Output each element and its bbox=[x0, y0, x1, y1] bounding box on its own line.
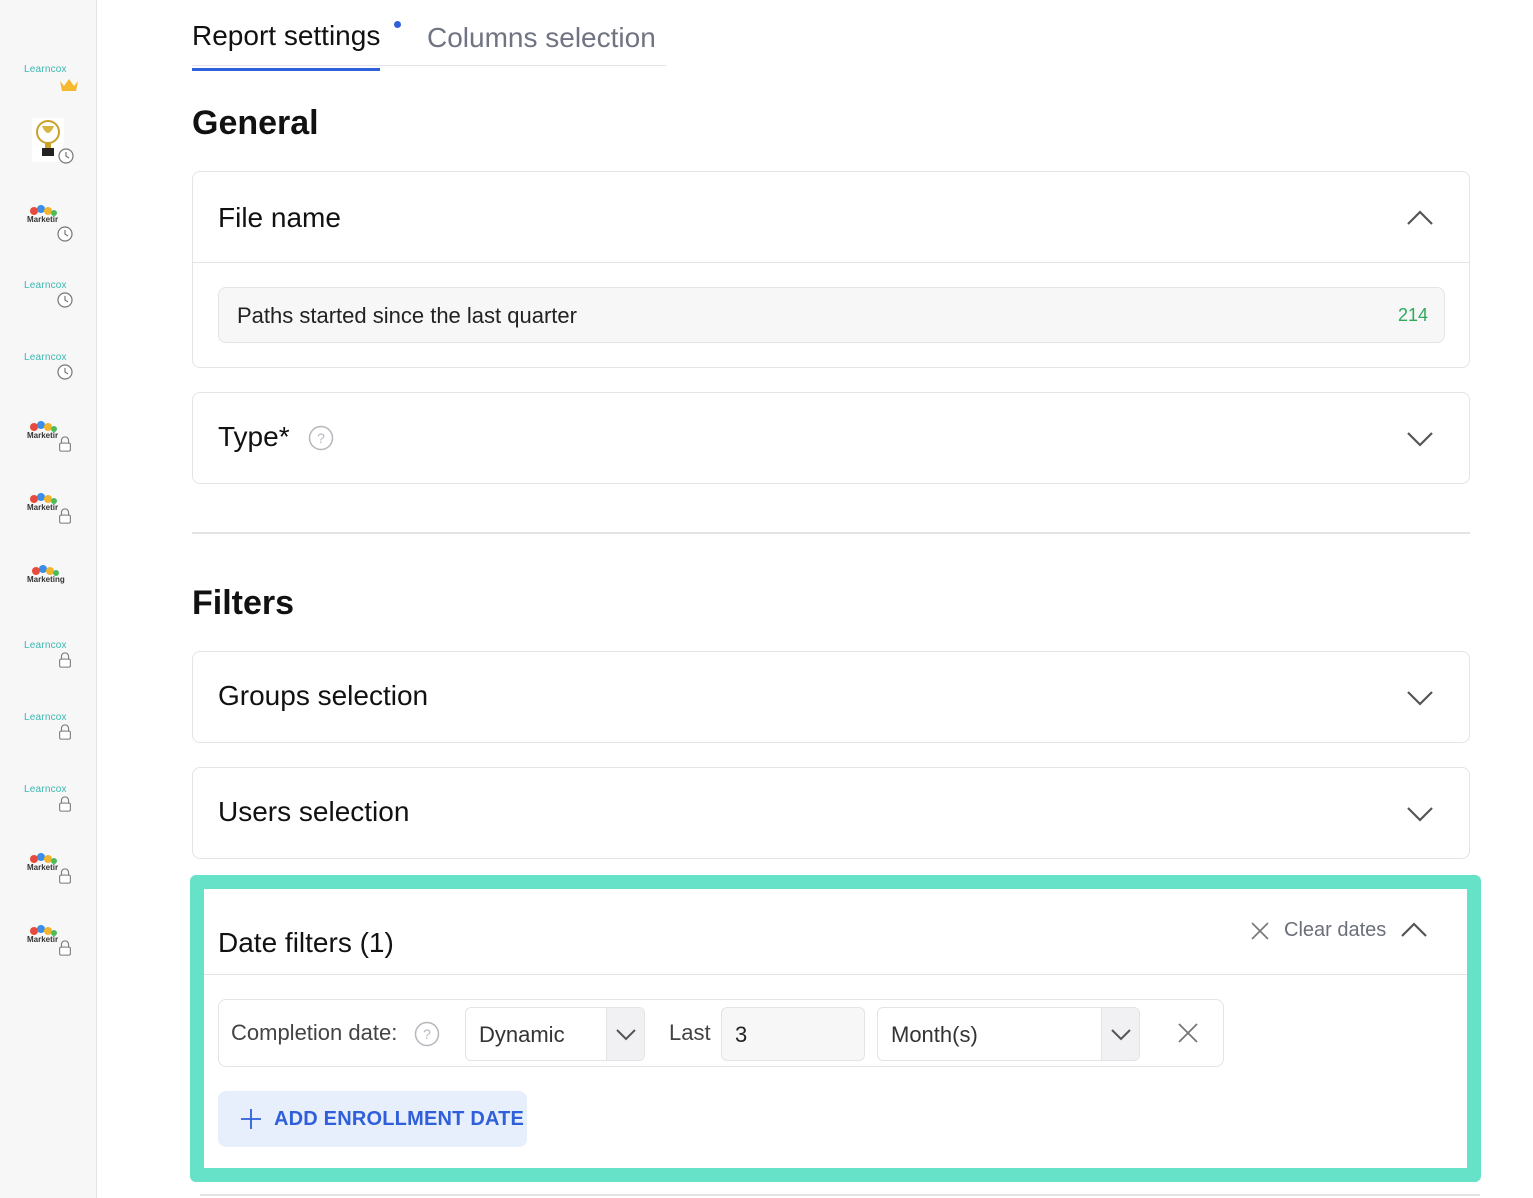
svg-text:Marketing: Marketing bbox=[27, 575, 65, 584]
svg-text:?: ? bbox=[317, 430, 325, 446]
groups-selection-card[interactable]: Groups selection bbox=[192, 651, 1470, 743]
learncox-logo: Learncox bbox=[24, 64, 67, 75]
svg-text:Marketir: Marketir bbox=[27, 431, 58, 440]
close-icon bbox=[1251, 922, 1269, 940]
tab-report-settings[interactable]: Report settings bbox=[192, 20, 381, 71]
sidebar-item-10[interactable]: Learncox bbox=[20, 706, 80, 756]
svg-text:Marketir: Marketir bbox=[27, 215, 58, 224]
add-enrollment-date-button[interactable]: ADD ENROLLMENT DATE bbox=[218, 1091, 527, 1147]
date-filters-card: Date filters (1) Clear dates Completion … bbox=[190, 875, 1481, 1182]
file-name-value: Paths started since the last quarter bbox=[237, 303, 577, 328]
learncox-logo: Learncox bbox=[24, 784, 67, 795]
remaining-chars-counter: 214 bbox=[1397, 305, 1428, 325]
clock-icon bbox=[57, 364, 73, 380]
period-unit-value: Month(s) bbox=[891, 1022, 978, 1047]
clear-dates-label: Clear dates bbox=[1284, 919, 1387, 941]
card-divider bbox=[193, 262, 1469, 263]
type-card[interactable]: Type* ? bbox=[192, 392, 1470, 484]
chevron-down-icon[interactable] bbox=[1405, 683, 1435, 713]
tab-bar: Report settings Columns selection bbox=[192, 14, 666, 71]
tab-columns-selection[interactable]: Columns selection bbox=[427, 22, 656, 54]
marketing-logo: Marketir bbox=[27, 925, 58, 944]
lock-icon bbox=[59, 724, 71, 740]
lock-icon bbox=[59, 868, 71, 884]
period-amount-input[interactable]: 3 bbox=[721, 1007, 865, 1061]
dropdown-toggle[interactable] bbox=[606, 1008, 644, 1060]
sidebar-item-1[interactable]: Learncox bbox=[20, 58, 80, 108]
section-divider bbox=[192, 532, 1470, 534]
groups-selection-title: Groups selection bbox=[218, 680, 429, 711]
sidebar-item-6[interactable]: Marketir bbox=[20, 420, 80, 470]
sidebar-item-13[interactable]: Marketir bbox=[20, 924, 80, 974]
chevron-down-icon bbox=[1111, 1029, 1131, 1041]
next-card-edge bbox=[200, 1194, 1480, 1196]
lock-icon bbox=[59, 508, 71, 524]
learncox-logo: Learncox bbox=[24, 352, 67, 363]
help-icon[interactable]: ? bbox=[308, 425, 334, 451]
crown-icon bbox=[60, 79, 78, 91]
chevron-up-icon[interactable] bbox=[1405, 203, 1435, 233]
date-mode-select[interactable]: Dynamic bbox=[465, 1007, 645, 1061]
sidebar-item-12[interactable]: Marketir bbox=[20, 852, 80, 902]
chevron-down-icon bbox=[616, 1029, 636, 1041]
chevron-up-icon[interactable] bbox=[1399, 915, 1429, 945]
date-filters-title: Date filters (1) bbox=[218, 927, 394, 958]
add-enrollment-date-label: ADD ENROLLMENT DATE bbox=[274, 1108, 525, 1130]
help-icon[interactable]: ? bbox=[414, 1021, 440, 1047]
completion-date-filter-row: Completion date: ? Dynamic Last 3 Month(… bbox=[218, 999, 1224, 1067]
general-section-title: General bbox=[192, 104, 319, 142]
file-name-input[interactable]: Paths started since the last quarter 214 bbox=[218, 287, 1445, 343]
plus-icon bbox=[241, 1109, 261, 1129]
clock-icon bbox=[57, 292, 73, 308]
date-mode-value: Dynamic bbox=[479, 1022, 565, 1047]
users-selection-title: Users selection bbox=[218, 796, 410, 827]
svg-text:?: ? bbox=[423, 1026, 431, 1042]
lock-icon bbox=[59, 796, 71, 812]
remove-filter-icon[interactable] bbox=[1176, 1021, 1200, 1045]
filters-section-title: Filters bbox=[192, 584, 295, 622]
svg-text:Marketir: Marketir bbox=[27, 935, 58, 944]
users-selection-card[interactable]: Users selection bbox=[192, 767, 1470, 859]
file-name-card: File name Paths started since the last q… bbox=[192, 171, 1470, 368]
marketing-logo: Marketir bbox=[27, 421, 58, 440]
clock-icon bbox=[57, 226, 73, 242]
marketing-logo: Marketing bbox=[27, 565, 65, 584]
lock-icon bbox=[59, 436, 71, 452]
learncox-logo: Learncox bbox=[24, 280, 67, 291]
sidebar-item-5[interactable]: Learncox bbox=[20, 346, 80, 396]
sidebar-item-9[interactable]: Learncox bbox=[20, 634, 80, 684]
sidebar-item-3[interactable]: Marketir bbox=[20, 204, 80, 254]
chevron-down-icon[interactable] bbox=[1405, 799, 1435, 829]
marketing-logo: Marketir bbox=[27, 205, 58, 224]
learncox-logo: Learncox bbox=[24, 712, 67, 723]
file-name-title: File name bbox=[218, 202, 341, 233]
clock-icon bbox=[58, 148, 74, 164]
last-label: Last bbox=[669, 1020, 711, 1045]
unsaved-indicator-dot bbox=[394, 21, 401, 28]
sidebar: Learncox Marketir Learncox Learncox Mark… bbox=[0, 0, 97, 1198]
sidebar-item-8[interactable]: Marketing bbox=[20, 564, 80, 614]
card-divider bbox=[204, 974, 1467, 975]
sidebar-item-11[interactable]: Learncox bbox=[20, 778, 80, 828]
completion-date-label: Completion date: bbox=[231, 1020, 398, 1045]
lock-icon bbox=[59, 652, 71, 668]
marketing-logo: Marketir bbox=[27, 853, 58, 872]
lock-icon bbox=[59, 940, 71, 956]
period-unit-select[interactable]: Month(s) bbox=[877, 1007, 1140, 1061]
learncox-logo: Learncox bbox=[24, 640, 67, 651]
type-title: Type* bbox=[218, 421, 290, 452]
svg-text:Marketir: Marketir bbox=[27, 863, 58, 872]
period-amount-value: 3 bbox=[735, 1022, 748, 1047]
sidebar-item-7[interactable]: Marketir bbox=[20, 492, 80, 542]
dropdown-toggle[interactable] bbox=[1101, 1008, 1139, 1060]
sidebar-item-2[interactable] bbox=[20, 118, 80, 168]
svg-text:Marketir: Marketir bbox=[27, 503, 58, 512]
chevron-down-icon[interactable] bbox=[1405, 424, 1435, 454]
sidebar-item-4[interactable]: Learncox bbox=[20, 274, 80, 324]
marketing-logo: Marketir bbox=[27, 493, 58, 512]
